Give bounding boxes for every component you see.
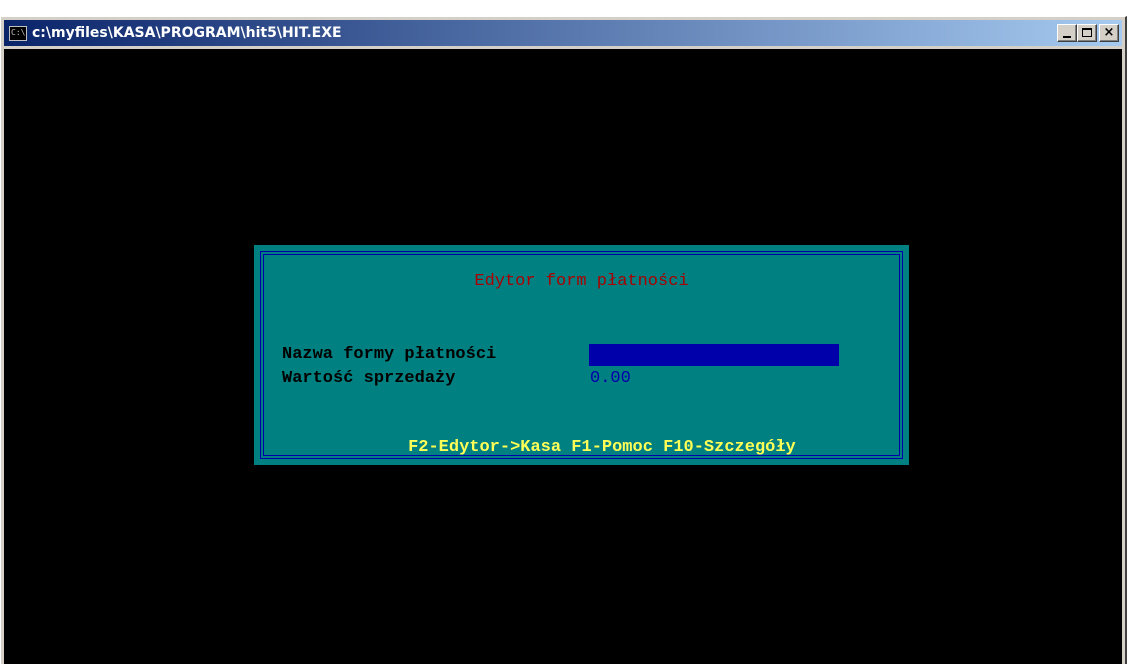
hint-help: F1-Pomoc	[571, 438, 653, 457]
title-bar[interactable]: C:\ c:\myfiles\KASA\PROGRAM\hit5\HIT.EXE…	[4, 20, 1122, 46]
close-icon: ×	[1103, 25, 1115, 40]
hint-editor-to-register: F2-Edytor->Kasa	[408, 438, 562, 457]
dialog-title: Edytor form płatności	[474, 272, 689, 291]
minimize-icon	[1063, 36, 1071, 38]
console-icon[interactable]: C:\	[9, 25, 27, 41]
window-controls: ×	[1057, 24, 1119, 42]
payment-name-input[interactable]	[589, 344, 839, 366]
window-title: c:\myfiles\KASA\PROGRAM\hit5\HIT.EXE	[32, 25, 342, 41]
sales-value-label: Wartość sprzedaży	[282, 369, 456, 388]
close-button[interactable]: ×	[1099, 24, 1119, 42]
function-key-hints: F2-Edytor->Kasa F1-Pomoc F10-Szczegóły	[254, 419, 909, 476]
sales-value: 0.00	[590, 369, 631, 388]
maximize-icon	[1082, 28, 1092, 37]
hint-details: F10-Szczegóły	[663, 438, 796, 457]
payment-name-label: Nazwa formy płatności	[282, 345, 497, 364]
payment-form-editor-dialog: Edytor form płatności Nazwa formy płatno…	[254, 245, 909, 465]
maximize-button[interactable]	[1077, 24, 1097, 42]
minimize-button[interactable]	[1057, 24, 1077, 42]
